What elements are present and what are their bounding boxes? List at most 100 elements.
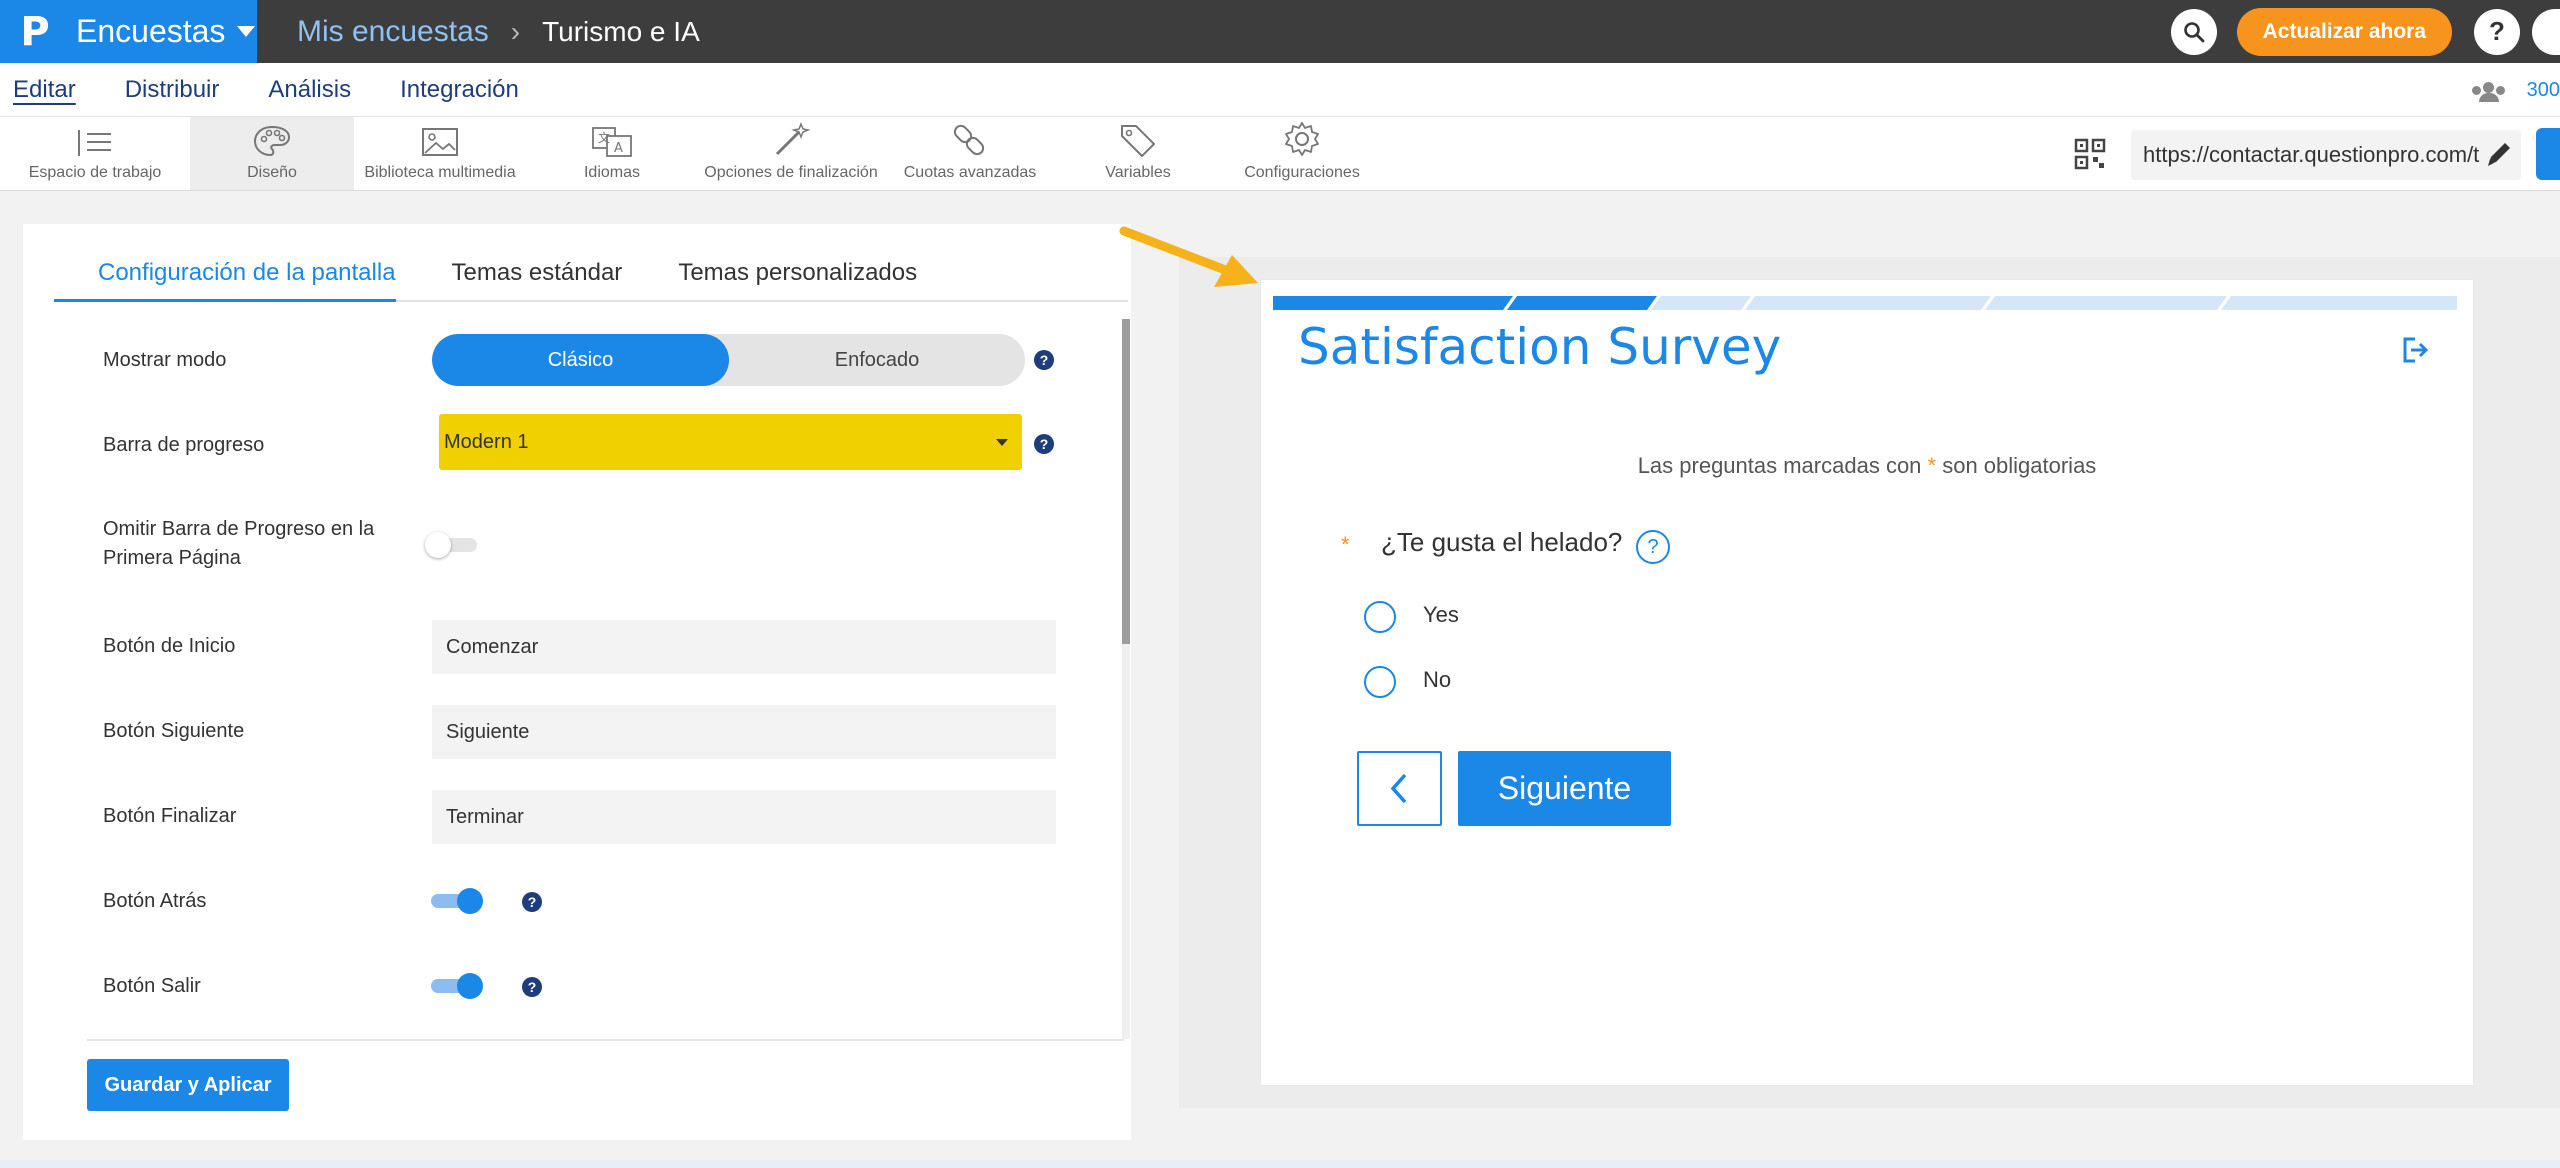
display-mode-toggle: Clásico Enfocado [432, 334, 1025, 386]
pencil-icon[interactable] [2483, 140, 2515, 170]
breadcrumb-current-survey: Turismo e IA [542, 15, 700, 47]
display-mode-label: Mostrar modo [103, 349, 227, 371]
skip-progress-label-line1: Omitir Barra de Progreso en la [103, 518, 375, 540]
help-icon[interactable]: ? [522, 977, 542, 997]
tool-label: Variables [1105, 164, 1171, 181]
tag-icon [1121, 125, 1155, 157]
required-star: * [1927, 453, 1937, 478]
product-name: Encuestas [76, 13, 226, 49]
magic-wand-icon [775, 122, 811, 156]
caret-down-icon [237, 26, 256, 37]
progress-bar-select[interactable]: Modern 1 [439, 414, 1022, 470]
progress-bar-label: Barra de progreso [103, 434, 265, 456]
tool-label: Espacio de trabajo [28, 164, 162, 181]
chevron-right-icon: › [510, 15, 521, 47]
tool-end-options[interactable]: Opciones de finalización [698, 117, 884, 190]
svg-text:A: A [614, 141, 623, 156]
divider [87, 1039, 1124, 1041]
question-text: ¿Te gusta el helado? [1381, 527, 1623, 557]
radio-no[interactable] [1364, 666, 1396, 698]
help-button[interactable]: ? [2474, 8, 2520, 55]
tool-workspace[interactable]: Espacio de trabajo [0, 117, 190, 190]
mode-classic-option[interactable]: Clásico [432, 334, 729, 386]
exit-button-toggle[interactable] [431, 973, 483, 999]
survey-url-field[interactable]: https://contactar.questionpro.com/t [2131, 130, 2521, 180]
tab-standard-themes[interactable]: Temas estándar [452, 252, 623, 302]
save-apply-button[interactable]: Guardar y Aplicar [87, 1059, 289, 1111]
progress-bar-value: Modern 1 [444, 430, 529, 453]
help-icon[interactable]: ? [1034, 434, 1054, 454]
theme-settings-panel: Configuración de la pantalla Temas están… [23, 224, 1131, 1140]
finish-button-label: Botón Finalizar [103, 805, 237, 827]
breadcrumb-my-surveys[interactable]: Mis encuestas [297, 15, 489, 49]
tool-settings[interactable]: Configuraciones [1220, 117, 1384, 190]
tool-label: Biblioteca multimedia [364, 164, 516, 181]
share-button[interactable] [2536, 128, 2560, 180]
back-button-label: Botón Atrás [103, 890, 207, 912]
survey-progress-bar [1273, 296, 2457, 310]
required-question-star: * [1341, 532, 1350, 557]
palette-icon [253, 125, 291, 157]
upgrade-button[interactable]: Actualizar ahora [2236, 7, 2452, 56]
tab-custom-themes[interactable]: Temas personalizados [678, 252, 917, 302]
radio-yes[interactable] [1364, 601, 1396, 633]
translate-icon: 文A [592, 127, 632, 157]
next-button-input[interactable]: Siguiente [432, 705, 1056, 759]
workspace-icon [78, 130, 111, 156]
next-button-label: Botón Siguiente [103, 720, 245, 742]
finish-button-input[interactable]: Terminar [432, 790, 1056, 844]
questionpro-logo: P [20, 8, 50, 55]
start-button-input[interactable]: Comenzar [432, 620, 1056, 674]
survey-title: Satisfaction Survey [1298, 318, 1782, 376]
link-icon [953, 124, 985, 156]
main-menu: Editar Distribuir Análisis Integración 3… [0, 63, 2560, 117]
option-no-label[interactable]: No [1423, 667, 1451, 693]
tool-label: Idiomas [583, 164, 641, 181]
mode-focused-option[interactable]: Enfocado [729, 334, 1025, 386]
help-icon[interactable]: ? [1034, 350, 1054, 370]
start-button-label: Botón de Inicio [103, 635, 236, 657]
exit-survey-icon[interactable] [2401, 335, 2431, 365]
required-notice-after: son obligatorias [1936, 453, 2097, 478]
next-button[interactable]: Siguiente [1458, 751, 1671, 826]
skip-progress-label-line2: Primera Página [103, 547, 241, 569]
option-yes-label[interactable]: Yes [1423, 602, 1459, 628]
collaborators-icon[interactable] [2469, 80, 2507, 102]
tool-media-library[interactable]: Biblioteca multimedia [354, 117, 526, 190]
product-switcher[interactable]: P Encuestas [0, 0, 257, 63]
skip-progress-toggle[interactable] [425, 532, 479, 558]
svg-text:文: 文 [598, 130, 610, 145]
qr-code-icon[interactable] [2074, 138, 2106, 170]
menu-integration[interactable]: Integración [400, 76, 519, 104]
menu-analysis[interactable]: Análisis [268, 76, 351, 104]
survey-preview-card: Satisfaction Survey Las preguntas marcad… [1261, 280, 2473, 1085]
menu-edit[interactable]: Editar [13, 76, 76, 104]
chevron-left-icon [1390, 773, 1407, 804]
tool-variables[interactable]: Variables [1056, 117, 1220, 190]
tool-label: Opciones de finalización [704, 164, 878, 181]
tool-advanced-quotas[interactable]: Cuotas avanzadas [884, 117, 1056, 190]
response-count: 300 [2526, 78, 2560, 101]
tool-languages[interactable]: 文A Idiomas [526, 117, 698, 190]
scrollbar-thumb[interactable] [1122, 319, 1130, 644]
breadcrumb: Mis encuestas › Turismo e IA [297, 15, 700, 49]
search-icon [2183, 21, 2205, 42]
settings-tabs: Configuración de la pantalla Temas están… [54, 252, 1128, 302]
top-bar: P Encuestas Mis encuestas › Turismo e IA… [0, 0, 2560, 63]
design-toolbar: Espacio de trabajo Diseño Biblioteca mul… [0, 117, 2560, 191]
tool-design[interactable]: Diseño [190, 117, 354, 190]
tool-label: Diseño [247, 164, 297, 181]
image-icon [422, 128, 458, 156]
help-icon[interactable]: ? [522, 892, 542, 912]
tab-screen-settings[interactable]: Configuración de la pantalla [54, 252, 396, 302]
exit-button-label: Botón Salir [103, 975, 201, 997]
back-button-toggle[interactable] [431, 888, 483, 914]
required-notice-before: Las preguntas marcadas con [1637, 453, 1928, 478]
question-help-icon[interactable]: ? [1636, 530, 1670, 564]
panel-scrollbar[interactable] [1122, 319, 1130, 1039]
back-button[interactable] [1357, 751, 1442, 826]
gear-icon [1285, 122, 1319, 156]
search-button[interactable] [2170, 8, 2217, 55]
menu-distribute[interactable]: Distribuir [125, 76, 220, 104]
user-menu-button[interactable] [2532, 8, 2560, 55]
